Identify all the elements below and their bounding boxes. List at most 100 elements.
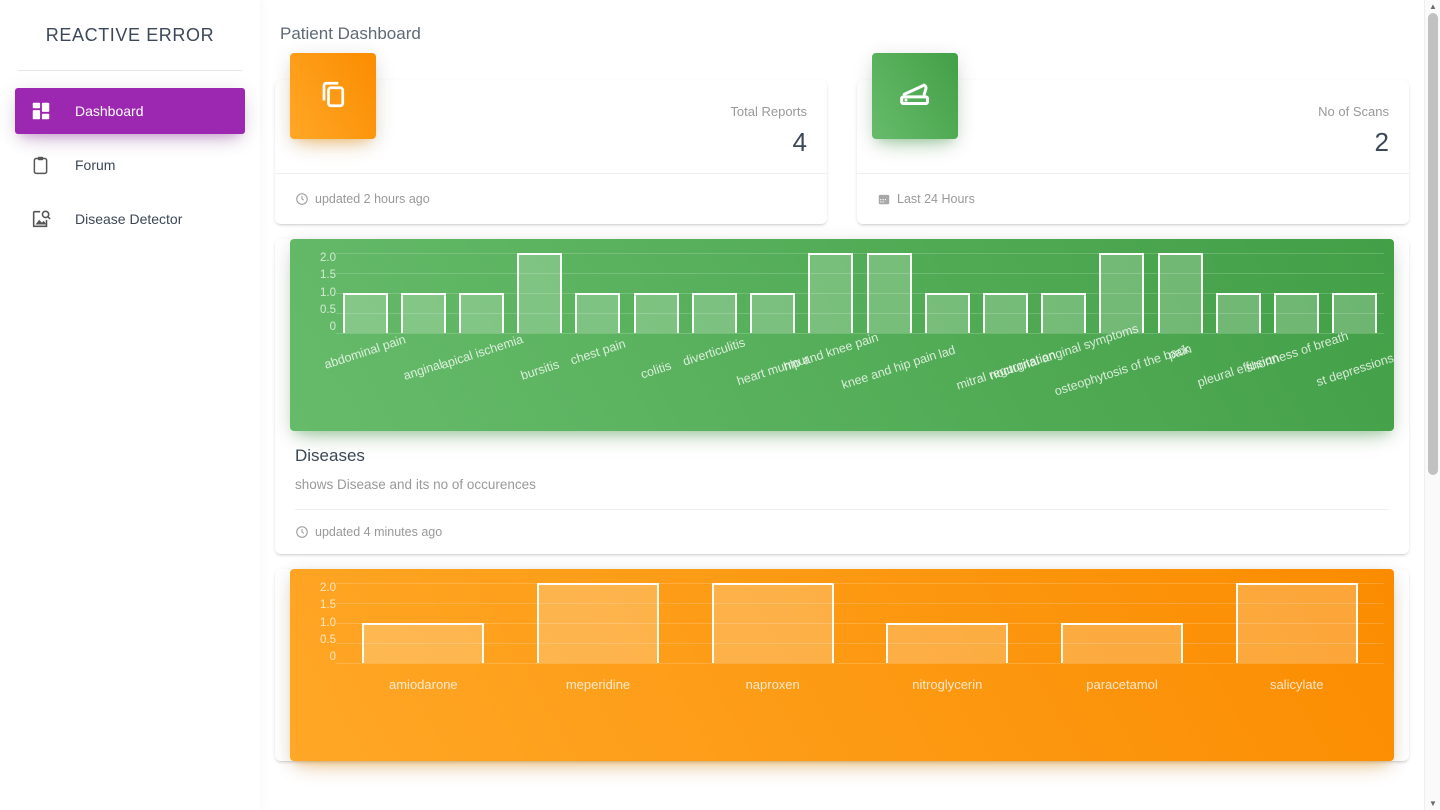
bars-green xyxy=(336,253,1384,333)
x-label-slot: naproxen xyxy=(685,667,860,757)
x-label-slot: mitral regurgitation xyxy=(954,337,1057,427)
dashboard-grid-icon xyxy=(30,99,60,123)
x-axis-label: anginal xyxy=(401,357,445,383)
y-axis-tick: 1.0 xyxy=(320,286,336,299)
diseases-bar-chart: 2.0 1.5 1.0 0.5 0 abdominal pain anginal apica… xyxy=(290,239,1394,431)
x-label-slot: pleural effusion xyxy=(1196,337,1281,427)
y-axis-orange: 2.0 1.5 1.0 0.5 0 xyxy=(300,582,336,663)
x-label-slot: meperidine xyxy=(511,667,686,757)
stat-card-total-reports: Total Reports 4 updated 2 hours ago xyxy=(275,53,827,224)
x-axis-label: amiodarone xyxy=(389,677,458,692)
clock-icon xyxy=(295,192,309,206)
bar[interactable] xyxy=(866,253,912,333)
bar-slot xyxy=(394,253,452,333)
x-label-slot: osteophytosis of the back xyxy=(1053,337,1191,427)
x-label-slot: salicylate xyxy=(1209,667,1384,757)
scrollbar-up-arrow[interactable]: ▲ xyxy=(1425,0,1440,13)
x-label-slot: bursitis xyxy=(511,337,569,427)
bar-slot xyxy=(1268,253,1326,333)
sidebar-item-label: Dashboard xyxy=(75,103,144,119)
x-axis-label: naproxen xyxy=(745,677,800,692)
app-root: REACTIVE ERROR Dashboard Forum Disease D… xyxy=(0,0,1440,810)
bar[interactable] xyxy=(459,293,505,333)
x-label-slot: paracetamol xyxy=(1035,667,1210,757)
x-label-slot: heart murmur xyxy=(735,337,811,427)
bar-slot xyxy=(452,253,510,333)
stat-card-footer: Last 24 Hours xyxy=(857,173,1409,223)
scrollbar-down-arrow[interactable]: ▼ xyxy=(1425,797,1440,810)
bar[interactable] xyxy=(983,293,1029,333)
gridline xyxy=(336,333,1384,334)
chart-body: 2.0 1.5 1.0 0.5 0 abdominal pain anginal apica… xyxy=(300,252,1394,431)
bar[interactable] xyxy=(537,583,659,663)
bar[interactable] xyxy=(750,293,796,333)
medications-chart-card: 2.0 1.5 1.0 0.5 0 amiodarone meperidine naprox… xyxy=(275,569,1409,761)
sidebar-item-label: Disease Detector xyxy=(75,211,183,227)
bar[interactable] xyxy=(1235,583,1358,663)
bar-slot xyxy=(627,253,685,333)
sidebar-item-disease-detector[interactable]: Disease Detector xyxy=(15,196,245,242)
bar[interactable] xyxy=(633,293,679,333)
gridline xyxy=(336,663,1384,664)
x-label-slot: diverticulitis xyxy=(682,335,748,427)
x-axis-label: paracetamol xyxy=(1086,677,1158,692)
bar-slot xyxy=(1035,583,1210,663)
x-axis-label: bursitis xyxy=(518,357,561,383)
x-axis-label: pain xyxy=(1166,341,1194,363)
bar-slot xyxy=(685,253,743,333)
bar-slot xyxy=(1151,253,1209,333)
bar[interactable] xyxy=(691,293,737,333)
x-labels-green: abdominal pain anginal apical ischemia burs… xyxy=(323,321,1394,427)
bar[interactable] xyxy=(342,293,388,333)
bar[interactable] xyxy=(1332,293,1378,333)
x-label-slot: apical ischemia xyxy=(439,332,525,427)
bar[interactable] xyxy=(711,583,834,663)
chart-description: shows Disease and its no of occurences xyxy=(295,477,536,492)
bar[interactable] xyxy=(808,253,854,333)
bar-slot xyxy=(336,253,394,333)
y-axis-tick: 2.0 xyxy=(320,582,336,594)
y-axis-tick: 1.5 xyxy=(320,269,336,282)
image-search-icon xyxy=(30,207,60,231)
bar-slot xyxy=(744,253,802,333)
bar-slot xyxy=(860,583,1035,663)
bar[interactable] xyxy=(1157,253,1203,333)
stat-card-footer: updated 2 hours ago xyxy=(275,173,827,223)
bar-slot xyxy=(511,253,569,333)
clock-icon xyxy=(295,525,309,539)
medications-bar-chart: 2.0 1.5 1.0 0.5 0 amiodarone meperidine naprox… xyxy=(290,569,1394,761)
x-axis-label: colitis xyxy=(639,358,674,382)
sidebar-divider xyxy=(18,70,242,71)
x-label-slot: anginal xyxy=(394,337,452,427)
bar[interactable] xyxy=(1061,623,1184,663)
bar[interactable] xyxy=(362,623,485,663)
y-axis-tick: 0.5 xyxy=(320,633,336,646)
bar[interactable] xyxy=(886,623,1009,663)
sidebar-item-dashboard[interactable]: Dashboard xyxy=(15,88,245,134)
bar[interactable] xyxy=(517,253,563,333)
sidebar-item-forum[interactable]: Forum xyxy=(15,142,245,188)
bar[interactable] xyxy=(1041,293,1087,333)
sidebar-item-label: Forum xyxy=(75,157,116,173)
clipboard-icon xyxy=(30,153,60,177)
bar[interactable] xyxy=(924,293,970,333)
stat-card-no-of-scans: No of Scans 2 Last 24 Hours xyxy=(857,53,1409,224)
x-axis-label: salicylate xyxy=(1269,677,1324,692)
bar-slot xyxy=(511,583,686,663)
x-label-slot: colitis xyxy=(627,337,685,427)
bar[interactable] xyxy=(400,293,446,333)
vertical-scrollbar[interactable]: ▲ ▼ xyxy=(1424,0,1440,810)
bar[interactable] xyxy=(575,293,621,333)
bar[interactable] xyxy=(1099,253,1145,333)
bar-slot xyxy=(336,583,511,663)
diseases-chart-card: 2.0 1.5 1.0 0.5 0 abdominal pain anginal apica… xyxy=(275,239,1409,554)
bar[interactable] xyxy=(1274,293,1320,333)
bar-slot xyxy=(1326,253,1384,333)
bar-slot xyxy=(802,253,860,333)
bar[interactable] xyxy=(1215,293,1261,333)
x-label-slot: amiodarone xyxy=(336,667,511,757)
plot-area-green: abdominal pain anginal apical ischemia burs… xyxy=(323,253,1394,431)
scrollbar-thumb[interactable] xyxy=(1428,13,1438,475)
page-title: Patient Dashboard xyxy=(280,24,421,43)
chart-card-footer: updated 4 minutes ago xyxy=(295,509,1389,554)
